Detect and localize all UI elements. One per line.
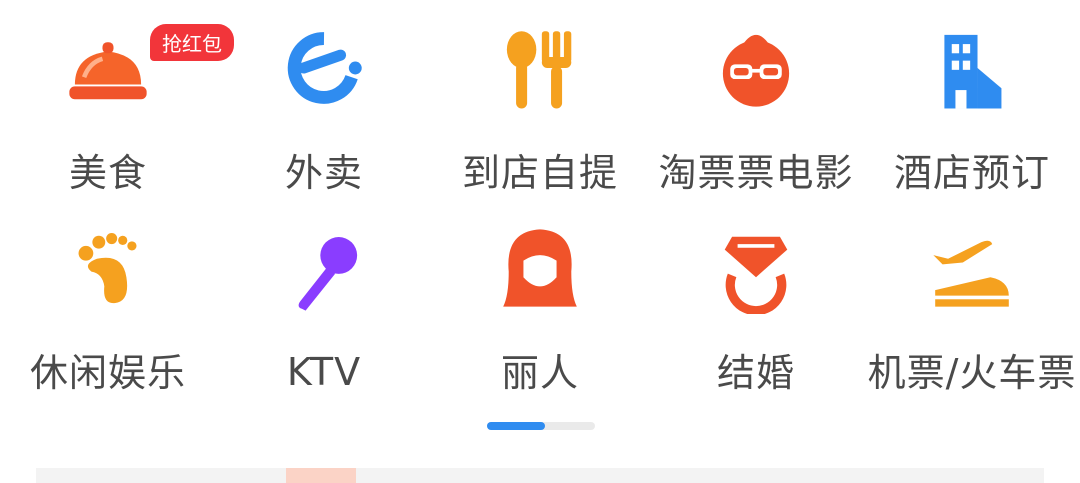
category-beauty[interactable]: 丽人 — [432, 218, 648, 395]
category-label: 到店自提 — [461, 151, 618, 195]
category-label: 休闲娱乐 — [29, 351, 186, 395]
movie-mascot-icon — [706, 22, 806, 114]
microphone-icon — [274, 222, 374, 322]
category-label: 机票/火车票 — [867, 351, 1077, 395]
category-pickup[interactable]: 到店自提 — [432, 18, 648, 195]
category-label: 外卖 — [284, 151, 363, 195]
category-ktv[interactable]: KTV — [216, 218, 432, 394]
delivery-e-icon — [274, 22, 374, 114]
category-food[interactable]: 抢红包 美食 — [0, 18, 234, 195]
category-delivery[interactable]: 外卖 — [216, 18, 432, 195]
beauty-face-icon — [490, 222, 590, 314]
category-label: 酒店预订 — [893, 151, 1050, 195]
category-tickets[interactable]: 机票/火车票 — [864, 218, 1080, 395]
category-leisure[interactable]: 休闲娱乐 — [0, 218, 216, 395]
category-label: 丽人 — [500, 351, 579, 395]
food-cloche-icon: 抢红包 — [58, 22, 234, 114]
category-label: KTV — [286, 350, 362, 394]
wedding-ring-icon — [706, 222, 806, 314]
next-section-accent — [286, 468, 356, 483]
fork-spoon-icon — [490, 22, 590, 114]
footprint-icon — [58, 222, 158, 314]
category-label: 结婚 — [716, 351, 795, 395]
category-label: 淘票票电影 — [658, 151, 854, 195]
page-indicator — [487, 422, 595, 430]
plane-train-icon — [922, 222, 1022, 314]
category-label: 美食 — [68, 151, 147, 195]
category-hotel[interactable]: 酒店预订 — [864, 18, 1080, 195]
category-movie[interactable]: 淘票票电影 — [648, 18, 864, 195]
category-grid: 抢红包 美食 外卖 到店自提 淘票票电影 酒店预订 休闲娱乐 KTV 丽人 结婚… — [0, 18, 1080, 395]
page-indicator-active — [487, 422, 545, 430]
category-wedding[interactable]: 结婚 — [648, 218, 864, 395]
next-section-edge — [36, 468, 1044, 483]
hotel-building-icon — [922, 22, 1022, 114]
